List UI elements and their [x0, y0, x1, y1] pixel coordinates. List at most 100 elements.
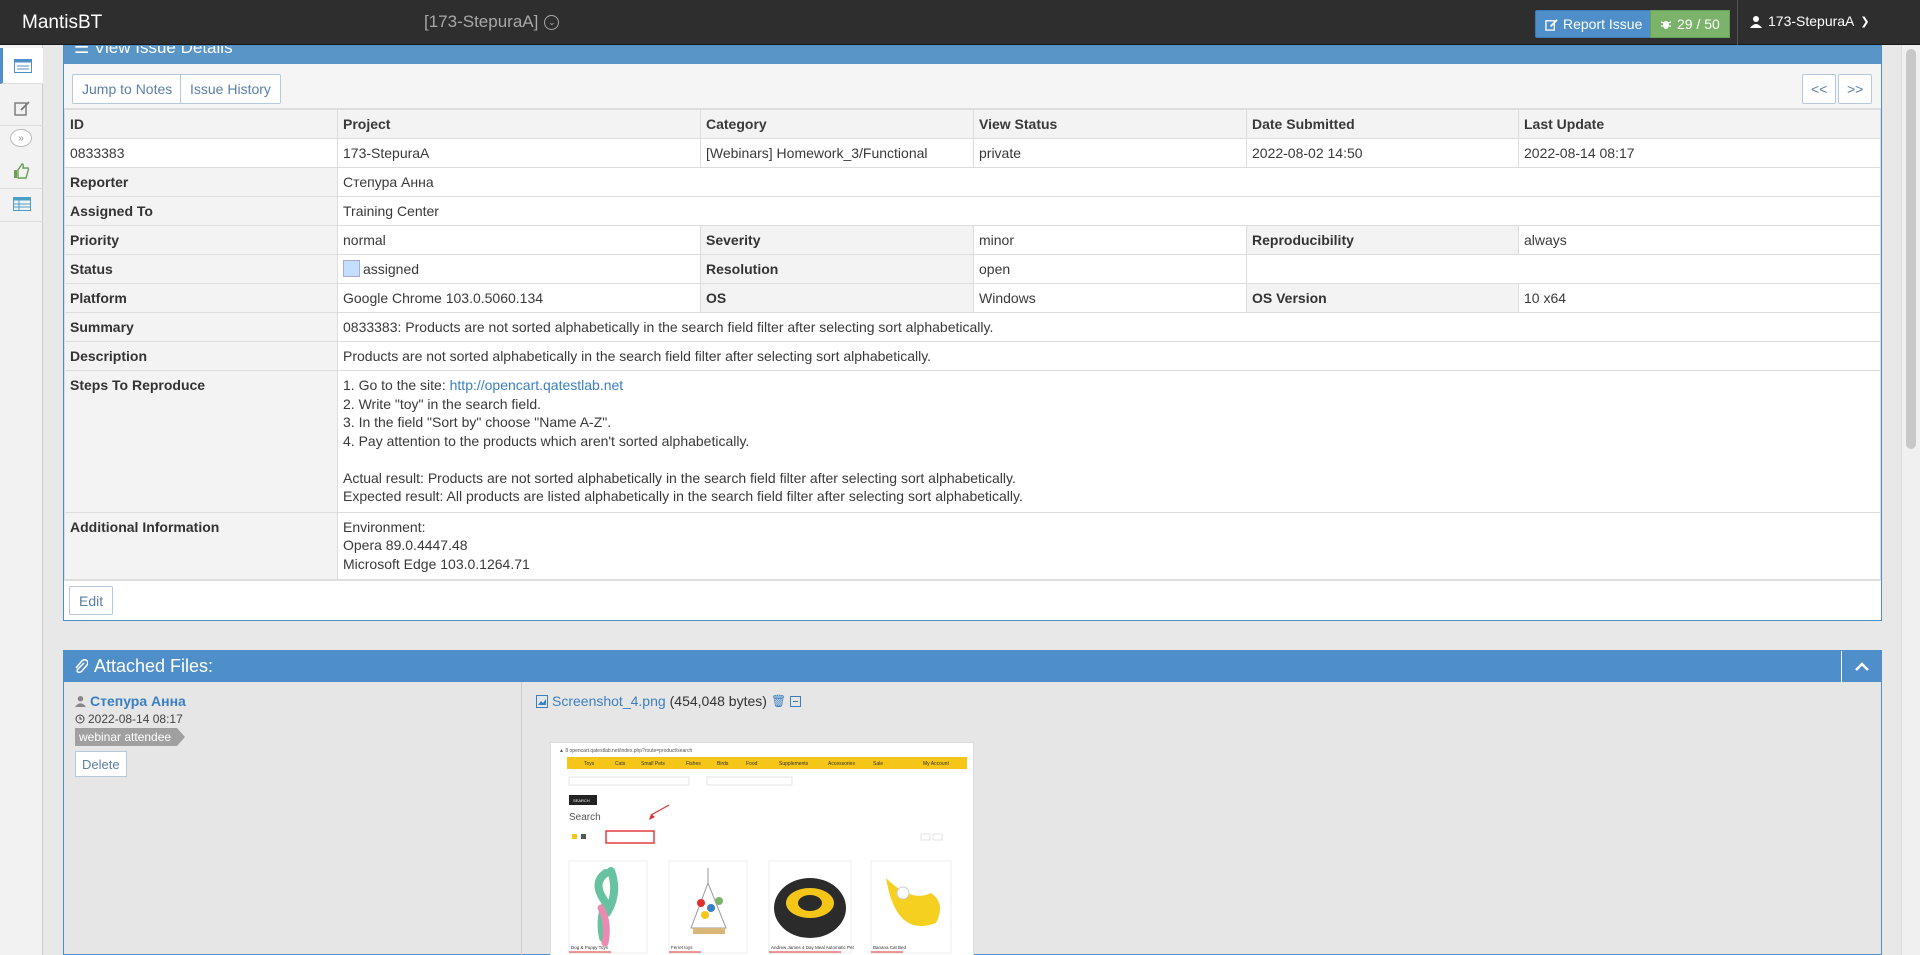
- step-line: Actual result: Products are not sorted a…: [343, 469, 1016, 486]
- view-issue-header: ☰ View Issue Details: [64, 46, 1881, 64]
- reproducibility-label: Reproducibility: [1246, 225, 1519, 255]
- table-row: Summary 0833383: Products are not sorted…: [64, 312, 1881, 342]
- table-row: Description Products are not sorted alph…: [64, 341, 1881, 371]
- thumb-menu-item: Accessories: [828, 761, 855, 767]
- attached-files-header: Attached Files:: [64, 651, 1881, 682]
- thumb-product-name: Ferret toys: [671, 945, 693, 950]
- table-row: Platform Google Chrome 103.0.5060.134 OS…: [64, 283, 1881, 313]
- table-row: 0833383 173-StepuraA [Webinars] Homework…: [64, 138, 1881, 168]
- table-header-row: ID Project Category View Status Date Sub…: [64, 109, 1881, 139]
- step-line: [343, 450, 1875, 469]
- sidebar-item-view-issues[interactable]: [0, 48, 43, 84]
- table-row: Priority normal Severity minor Reproduci…: [64, 225, 1881, 255]
- edit-icon: [13, 100, 30, 116]
- thumb-menu-item: Sale: [873, 761, 883, 767]
- issue-history-button[interactable]: Issue History: [180, 74, 281, 104]
- scrollbar-thumb[interactable]: [1906, 49, 1916, 449]
- severity-label: Severity: [700, 225, 974, 255]
- clock-icon: [75, 714, 85, 724]
- thumb-menu-item: Birds: [717, 761, 729, 767]
- steps-value: 1. Go to the site: http://opencart.qates…: [337, 370, 1881, 513]
- additional-info-label: Additional Information: [64, 511, 338, 580]
- issue-project: 173-StepuraA: [337, 138, 701, 168]
- issue-details-table: ID Project Category View Status Date Sub…: [64, 109, 1881, 580]
- bug-icon: [1660, 21, 1672, 29]
- opencart-link[interactable]: http://opencart.qatestlab.net: [450, 377, 624, 393]
- user-icon: [1750, 15, 1762, 28]
- next-issue-button[interactable]: >>: [1838, 74, 1873, 104]
- previous-issue-button[interactable]: <<: [1802, 74, 1837, 104]
- thumb-search-heading: Search: [569, 812, 601, 823]
- thumb-menu-item: Food: [746, 761, 758, 767]
- platform-value: Google Chrome 103.0.5060.134: [337, 283, 701, 313]
- user-menu[interactable]: 173-StepuraA ❯: [1750, 13, 1870, 29]
- jump-to-notes-button[interactable]: Jump to Notes: [72, 74, 183, 104]
- author-link[interactable]: Степура Анна: [75, 693, 186, 709]
- summary-value: 0833383: Products are not sorted alphabe…: [337, 312, 1881, 342]
- thumb-menu-item: Toys: [584, 761, 595, 767]
- priority-value: normal: [337, 225, 701, 255]
- project-selector[interactable]: [173-StepuraA] ⌄: [424, 12, 560, 32]
- sidebar-collapse-toggle[interactable]: »: [10, 129, 32, 147]
- table-row: Reporter Степура Анна: [64, 167, 1881, 197]
- collapse-button[interactable]: [1841, 651, 1881, 682]
- priority-label: Priority: [64, 225, 338, 255]
- summary-label: Summary: [64, 312, 338, 342]
- svg-text:▲ 8 opencart.qatestlab.net/ind: ▲ 8 opencart.qatestlab.net/index.php?rou…: [559, 748, 692, 754]
- issue-id: 0833383: [64, 138, 338, 168]
- info-line: Microsoft Edge 103.0.1264.71: [343, 555, 530, 572]
- attachment-author-panel: Степура Анна 2022-08-14 08:17 webinar at…: [64, 682, 522, 955]
- thumb-menu-item: Small Pets: [641, 761, 665, 767]
- issue-view-status: private: [973, 138, 1247, 168]
- chevron-circle-icon: ⌄: [544, 14, 560, 30]
- top-navbar: MantisBT [173-StepuraA] ⌄ Report Issue 2…: [0, 0, 1920, 45]
- resolution-value: open: [973, 254, 1247, 284]
- column-header: Date Submitted: [1246, 109, 1519, 139]
- collapse-preview-icon[interactable]: [790, 695, 802, 707]
- view-issue-widget: ☰ View Issue Details Jump to Notes Issue…: [63, 45, 1882, 621]
- os-version-label: OS Version: [1246, 283, 1519, 313]
- os-version-value: 10 x64: [1518, 283, 1881, 313]
- column-header: Last Update: [1518, 109, 1881, 139]
- step-line: 3. In the field "Sort by" choose "Name A…: [343, 414, 612, 430]
- bars-icon: ☰: [74, 46, 90, 57]
- sidebar-item-my-view[interactable]: [0, 153, 43, 189]
- status-color-swatch: [343, 260, 360, 277]
- reproducibility-value: always: [1518, 225, 1881, 255]
- issue-category: [Webinars] Homework_3/Functional: [700, 138, 974, 168]
- column-header: ID: [64, 109, 338, 139]
- delete-button[interactable]: Delete: [75, 751, 127, 777]
- project-name: [173-StepuraA]: [424, 12, 539, 31]
- report-issue-button[interactable]: Report Issue: [1535, 10, 1653, 38]
- thumb-menu-item: Fishes: [686, 761, 701, 767]
- chevron-down-icon: ❯: [1860, 15, 1870, 28]
- attachment-file: Screenshot_4.png (454,048 bytes) 🗑: [536, 693, 802, 709]
- paperclip-icon: [75, 658, 88, 673]
- issue-date-submitted: 2022-08-02 14:50: [1246, 138, 1519, 168]
- attachment-preview-image[interactable]: ▲ 8 opencart.qatestlab.net/index.php?rou…: [550, 742, 974, 955]
- os-label: OS: [700, 283, 974, 313]
- column-header: View Status: [973, 109, 1247, 139]
- navbar-divider: [1737, 0, 1738, 45]
- edit-row: Edit: [64, 580, 1881, 620]
- thumb-menu-item: Cats: [615, 761, 626, 767]
- trash-icon[interactable]: 🗑: [771, 694, 786, 708]
- attachment-filesize: (454,048 bytes): [669, 693, 767, 709]
- step-line: Expected result: All products are listed…: [343, 488, 1023, 504]
- severity-value: minor: [973, 225, 1247, 255]
- sidebar-item-report-issue[interactable]: [0, 90, 43, 126]
- reporter-label: Reporter: [64, 167, 338, 197]
- chevron-up-icon: [1854, 661, 1869, 671]
- attached-files-widget: Attached Files: Степура Анна 2022-08-14 …: [63, 650, 1882, 955]
- page-scrollbar[interactable]: [1901, 45, 1920, 955]
- brand-logo[interactable]: MantisBT: [22, 12, 102, 34]
- issue-count-button[interactable]: 29 / 50: [1650, 10, 1730, 38]
- sidebar-item-summary[interactable]: [0, 186, 43, 222]
- edit-button[interactable]: Edit: [69, 586, 114, 615]
- attachment-filename-link[interactable]: Screenshot_4.png: [552, 693, 666, 709]
- empty-cell: [1246, 254, 1881, 284]
- info-line: Environment:: [343, 518, 426, 535]
- list-icon: [14, 58, 32, 73]
- table-row: Steps To Reproduce 1. Go to the site: ht…: [64, 370, 1881, 513]
- status-label: Status: [64, 254, 338, 284]
